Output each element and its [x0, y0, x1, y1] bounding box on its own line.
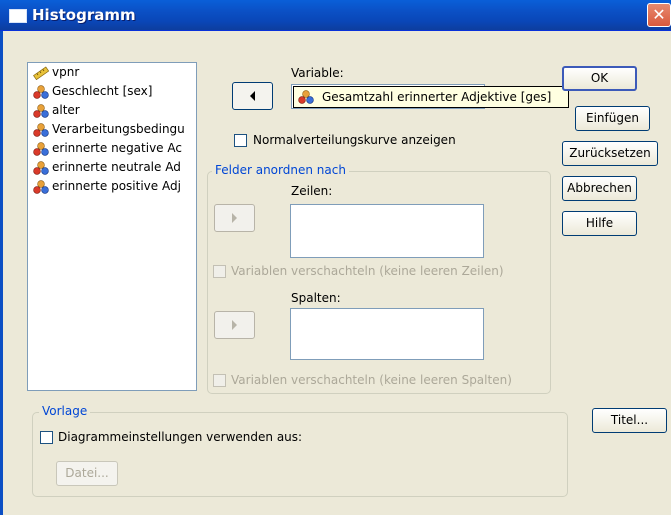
title-bar[interactable]: Histogramm ✕: [0, 0, 671, 31]
arrow-right-icon: [232, 213, 237, 223]
nominal-variable-icon: [33, 104, 49, 118]
source-variable-list[interactable]: vpnr Geschlecht [sex] alter Verarbeitung…: [27, 62, 197, 391]
nominal-variable-icon: [33, 85, 49, 99]
rows-nest-label: Variablen verschachteln (keine leeren Ze…: [231, 264, 504, 278]
cols-nest-checkbox[interactable]: [213, 374, 226, 387]
reset-button[interactable]: Zurücksetzen: [562, 141, 658, 166]
close-icon: ✕: [652, 5, 666, 24]
list-item[interactable]: erinnerte neutrale Ad: [28, 158, 196, 177]
arrow-left-icon: [250, 91, 255, 101]
nominal-variable-icon: [33, 161, 49, 175]
window-icon: [9, 9, 27, 23]
list-item[interactable]: Verarbeitungsbedingu: [28, 120, 196, 139]
move-rows-button[interactable]: [214, 204, 255, 232]
use-template-checkbox[interactable]: [40, 431, 53, 444]
move-variable-button[interactable]: [232, 82, 273, 110]
file-button[interactable]: Datei...: [56, 461, 118, 486]
help-button[interactable]: Hilfe: [562, 211, 637, 236]
template-legend: Vorlage: [39, 404, 91, 418]
cols-nest-label: Variablen verschachteln (keine leeren Sp…: [231, 373, 512, 387]
nominal-variable-icon: [298, 90, 314, 104]
list-item[interactable]: alter: [28, 101, 196, 120]
arrow-right-icon: [232, 320, 237, 330]
window-title: Histogramm: [32, 6, 136, 24]
list-item[interactable]: erinnerte negative Ac: [28, 139, 196, 158]
use-template-label: Diagrammeinstellungen verwenden aus:: [58, 430, 303, 444]
paste-button[interactable]: Einfügen: [575, 106, 650, 131]
ok-button[interactable]: OK: [562, 66, 637, 91]
variable-tooltip: Gesamtzahl erinnerter Adjektive [ges]: [293, 86, 569, 108]
cols-target-list[interactable]: [290, 308, 484, 360]
panels-legend: Felder anordnen nach: [212, 163, 349, 177]
cols-label: Spalten:: [291, 291, 341, 305]
nominal-variable-icon: [33, 142, 49, 156]
close-button[interactable]: ✕: [647, 3, 671, 27]
rows-target-list[interactable]: [290, 204, 484, 258]
list-item[interactable]: vpnr: [28, 63, 196, 82]
normal-curve-checkbox[interactable]: [234, 134, 247, 147]
nominal-variable-icon: [33, 180, 49, 194]
move-cols-button[interactable]: [214, 311, 255, 339]
normal-curve-label: Normalverteilungskurve anzeigen: [253, 133, 456, 147]
rows-label: Zeilen:: [291, 184, 333, 198]
list-item[interactable]: Geschlecht [sex]: [28, 82, 196, 101]
titles-button[interactable]: Titel...: [592, 408, 667, 433]
cancel-button[interactable]: Abbrechen: [562, 176, 637, 201]
rows-nest-checkbox[interactable]: [213, 265, 226, 278]
list-item[interactable]: erinnerte positive Adj: [28, 177, 196, 196]
nominal-variable-icon: [33, 123, 49, 137]
ruler-icon: [33, 66, 49, 80]
variable-label: Variable:: [291, 66, 344, 80]
